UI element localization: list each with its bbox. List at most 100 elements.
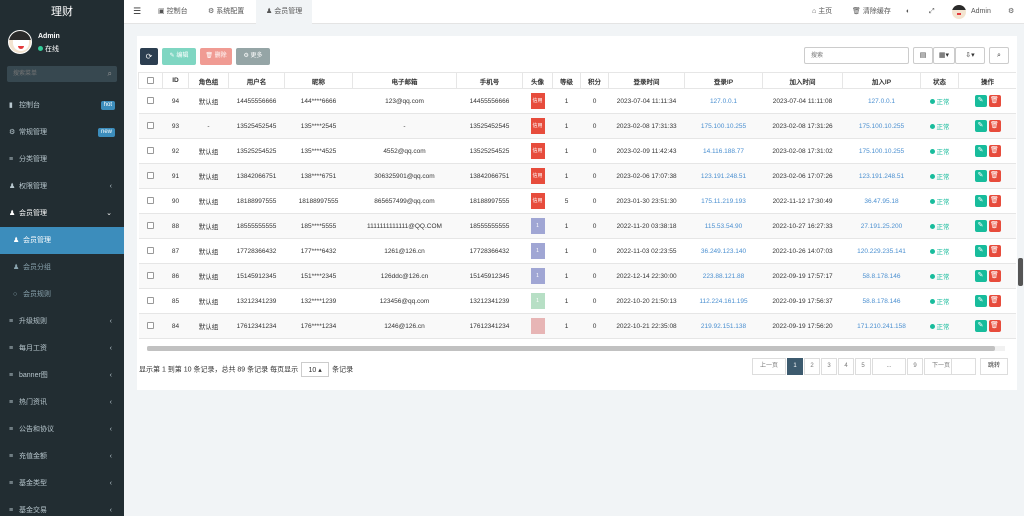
delete-row-icon[interactable]: 🗑 bbox=[988, 270, 1001, 282]
page-item[interactable]: 2 bbox=[804, 358, 820, 375]
row-checkbox[interactable] bbox=[147, 247, 154, 255]
delete-row-icon[interactable]: 🗑 bbox=[988, 145, 1001, 157]
page-scrollbar[interactable] bbox=[1018, 258, 1023, 286]
sidebar-item-7[interactable]: ○ 会员规则 bbox=[0, 281, 124, 308]
column-header[interactable] bbox=[138, 72, 163, 89]
page-prev[interactable]: 上一页 bbox=[752, 358, 786, 375]
table-search-input[interactable] bbox=[805, 48, 905, 63]
delete-row-icon[interactable]: 🗑 bbox=[988, 170, 1001, 182]
topbar-avatar[interactable] bbox=[952, 5, 966, 19]
row-checkbox[interactable] bbox=[147, 97, 154, 105]
sidebar-item-14[interactable]: ≡ 基金类型 ‹ bbox=[0, 470, 124, 497]
table-row[interactable]: 91 默认组 13842066751 138****6751 306325901@qq.… bbox=[138, 163, 1016, 189]
avatar-thumbnail[interactable]: 1 bbox=[530, 218, 545, 234]
edit-row-icon[interactable]: ✎ bbox=[974, 195, 987, 207]
sidebar-item-1[interactable]: ⚙ 常规管理 new bbox=[0, 119, 124, 146]
page-item[interactable]: 5 bbox=[855, 358, 871, 375]
delete-row-icon[interactable]: 🗑 bbox=[988, 95, 1001, 107]
table-row[interactable]: 88 默认组 18555555555 185****5555 1111111111111… bbox=[138, 213, 1016, 239]
settings-icon[interactable]: ⚙ bbox=[1008, 0, 1014, 24]
refresh-button[interactable]: ⟳ bbox=[140, 48, 158, 65]
delete-row-icon[interactable]: 🗑 bbox=[988, 120, 1001, 132]
delete-row-icon[interactable]: 🗑 bbox=[988, 295, 1001, 307]
row-checkbox[interactable] bbox=[147, 172, 154, 180]
edit-row-icon[interactable]: ✎ bbox=[974, 220, 987, 232]
sidebar-item-8[interactable]: ≡ 升级规则 ‹ bbox=[0, 308, 124, 335]
delete-button[interactable]: 🗑 删除 bbox=[200, 48, 232, 65]
sidebar-item-6[interactable]: ♟ 会员分组 bbox=[0, 254, 124, 281]
page-item[interactable]: 3 bbox=[821, 358, 837, 375]
delete-row-icon[interactable]: 🗑 bbox=[988, 195, 1001, 207]
table-row[interactable]: 92 默认组 13525254525 135****4525 4552@qq.com 13… bbox=[138, 138, 1016, 164]
page-item[interactable]: 9 bbox=[907, 358, 923, 375]
table-row[interactable]: 87 默认组 17728366432 177****6432 1261@126.cn 17… bbox=[138, 238, 1016, 264]
avatar-thumbnail[interactable] bbox=[530, 318, 545, 334]
sidebar-item-4[interactable]: ♟ 会员管理 ⌄ bbox=[0, 200, 124, 227]
row-checkbox[interactable] bbox=[147, 197, 154, 205]
avatar-thumbnail[interactable]: 1 bbox=[530, 268, 545, 284]
topbar-user-name[interactable]: Admin bbox=[971, 0, 991, 24]
columns-dropdown[interactable]: ▦▾ bbox=[933, 47, 955, 64]
page-item[interactable]: ... bbox=[872, 358, 906, 375]
home-link[interactable]: ⌂ 主页 bbox=[812, 0, 832, 24]
avatar-thumbnail[interactable]: 信用 bbox=[530, 118, 545, 134]
jump-page-input[interactable] bbox=[951, 358, 976, 375]
delete-row-icon[interactable]: 🗑 bbox=[988, 220, 1001, 232]
sidebar-item-5[interactable]: ♟ 会员管理 bbox=[0, 227, 124, 254]
tab-system-config[interactable]: ⚙ 系统配置 bbox=[208, 0, 244, 24]
edit-row-icon[interactable]: ✎ bbox=[974, 270, 987, 282]
edit-button[interactable]: ✎ 编辑 bbox=[162, 48, 196, 65]
search-icon[interactable]: ⌕ bbox=[108, 69, 112, 79]
page-item[interactable]: 1 bbox=[787, 358, 803, 375]
sidebar-item-3[interactable]: ♟ 权限管理 ‹ bbox=[0, 173, 124, 200]
avatar-thumbnail[interactable]: 信用 bbox=[530, 93, 545, 109]
row-checkbox[interactable] bbox=[147, 122, 154, 130]
row-checkbox[interactable] bbox=[147, 222, 154, 230]
scrollbar-thumb[interactable] bbox=[147, 346, 995, 351]
edit-row-icon[interactable]: ✎ bbox=[974, 320, 987, 332]
tab-dashboard[interactable]: ▣ 控制台 bbox=[158, 0, 188, 24]
avatar-thumbnail[interactable]: 信用 bbox=[530, 168, 545, 184]
table-row[interactable]: 84 默认组 17612341234 176****1234 1246@126.cn 17… bbox=[138, 313, 1016, 339]
row-checkbox[interactable] bbox=[147, 297, 154, 305]
sidebar-item-15[interactable]: ≡ 基金交易 ‹ bbox=[0, 497, 124, 516]
sidebar-item-2[interactable]: ≡ 分类管理 bbox=[0, 146, 124, 173]
table-row[interactable]: 90 默认组 18188997555 18188997555 865657499@qq.… bbox=[138, 188, 1016, 214]
sidebar-item-13[interactable]: ≡ 充值金额 ‹ bbox=[0, 443, 124, 470]
row-checkbox[interactable] bbox=[147, 322, 154, 330]
table-row[interactable]: 94 默认组 14455556666 144****6666 123@qq.com 144… bbox=[138, 88, 1016, 114]
sidebar-item-10[interactable]: ≡ banner图 ‹ bbox=[0, 362, 124, 389]
edit-row-icon[interactable]: ✎ bbox=[974, 145, 987, 157]
sidebar-item-12[interactable]: ≡ 公告和协议 ‹ bbox=[0, 416, 124, 443]
export-dropdown[interactable]: ⇩▾ bbox=[955, 47, 985, 64]
theme-icon[interactable]: ◐ bbox=[906, 0, 910, 24]
edit-row-icon[interactable]: ✎ bbox=[974, 95, 987, 107]
avatar-thumbnail[interactable]: 1 bbox=[530, 243, 545, 259]
row-checkbox[interactable] bbox=[147, 147, 154, 155]
sidebar-search-input[interactable] bbox=[7, 66, 97, 82]
edit-row-icon[interactable]: ✎ bbox=[974, 120, 987, 132]
clear-cache-link[interactable]: 🗑 清除缓存 bbox=[852, 0, 891, 24]
edit-row-icon[interactable]: ✎ bbox=[974, 295, 987, 307]
sidebar-item-0[interactable]: ▮ 控制台 hot bbox=[0, 92, 124, 119]
fullscreen-icon[interactable]: ⤢ bbox=[929, 0, 935, 24]
avatar-thumbnail[interactable]: 1 bbox=[530, 293, 545, 309]
menu-toggle-icon[interactable]: ☰ bbox=[133, 6, 141, 17]
avatar-thumbnail[interactable]: 信用 bbox=[530, 193, 545, 209]
row-checkbox[interactable] bbox=[147, 272, 154, 280]
select-all-checkbox[interactable] bbox=[147, 76, 154, 84]
table-row[interactable]: 85 默认组 13212341239 132****1239 123456@qq.com… bbox=[138, 288, 1016, 314]
page-size-select[interactable]: 10 ▴ bbox=[301, 362, 330, 377]
edit-row-icon[interactable]: ✎ bbox=[974, 170, 987, 182]
table-row[interactable]: 93-13525452545 135****2545-13525452545 信用 1… bbox=[138, 113, 1016, 139]
edit-row-icon[interactable]: ✎ bbox=[974, 245, 987, 257]
table-row[interactable]: 86 默认组 15145912345 151****2345 126ddc@126.cn… bbox=[138, 263, 1016, 289]
sidebar-item-9[interactable]: ≡ 每月工资 ‹ bbox=[0, 335, 124, 362]
delete-row-icon[interactable]: 🗑 bbox=[988, 320, 1001, 332]
horizontal-scrollbar[interactable] bbox=[147, 346, 1005, 351]
delete-row-icon[interactable]: 🗑 bbox=[988, 245, 1001, 257]
sidebar-item-11[interactable]: ≡ 热门资讯 ‹ bbox=[0, 389, 124, 416]
search-toggle[interactable]: ⌕ bbox=[989, 47, 1009, 64]
table-view-icon[interactable]: ▤ bbox=[913, 47, 933, 64]
page-item[interactable]: 4 bbox=[838, 358, 854, 375]
